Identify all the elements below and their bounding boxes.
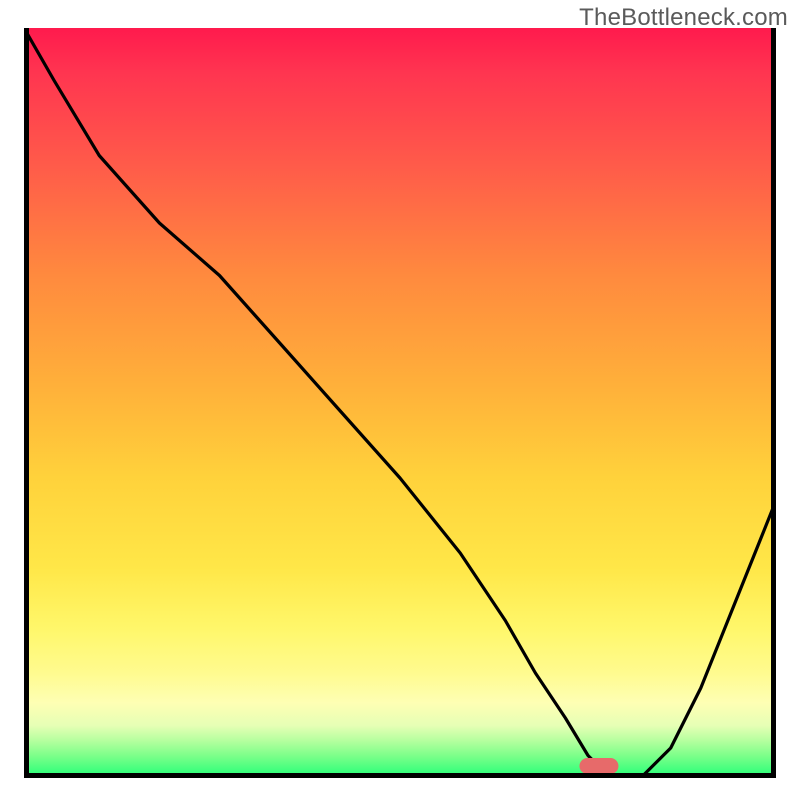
bottleneck-curve <box>24 28 776 778</box>
plot-area <box>24 28 776 778</box>
watermark-text: TheBottleneck.com <box>579 4 788 32</box>
optimal-marker <box>580 758 619 774</box>
chart-stage: TheBottleneck.com <box>0 0 800 800</box>
curve-layer <box>24 28 776 778</box>
